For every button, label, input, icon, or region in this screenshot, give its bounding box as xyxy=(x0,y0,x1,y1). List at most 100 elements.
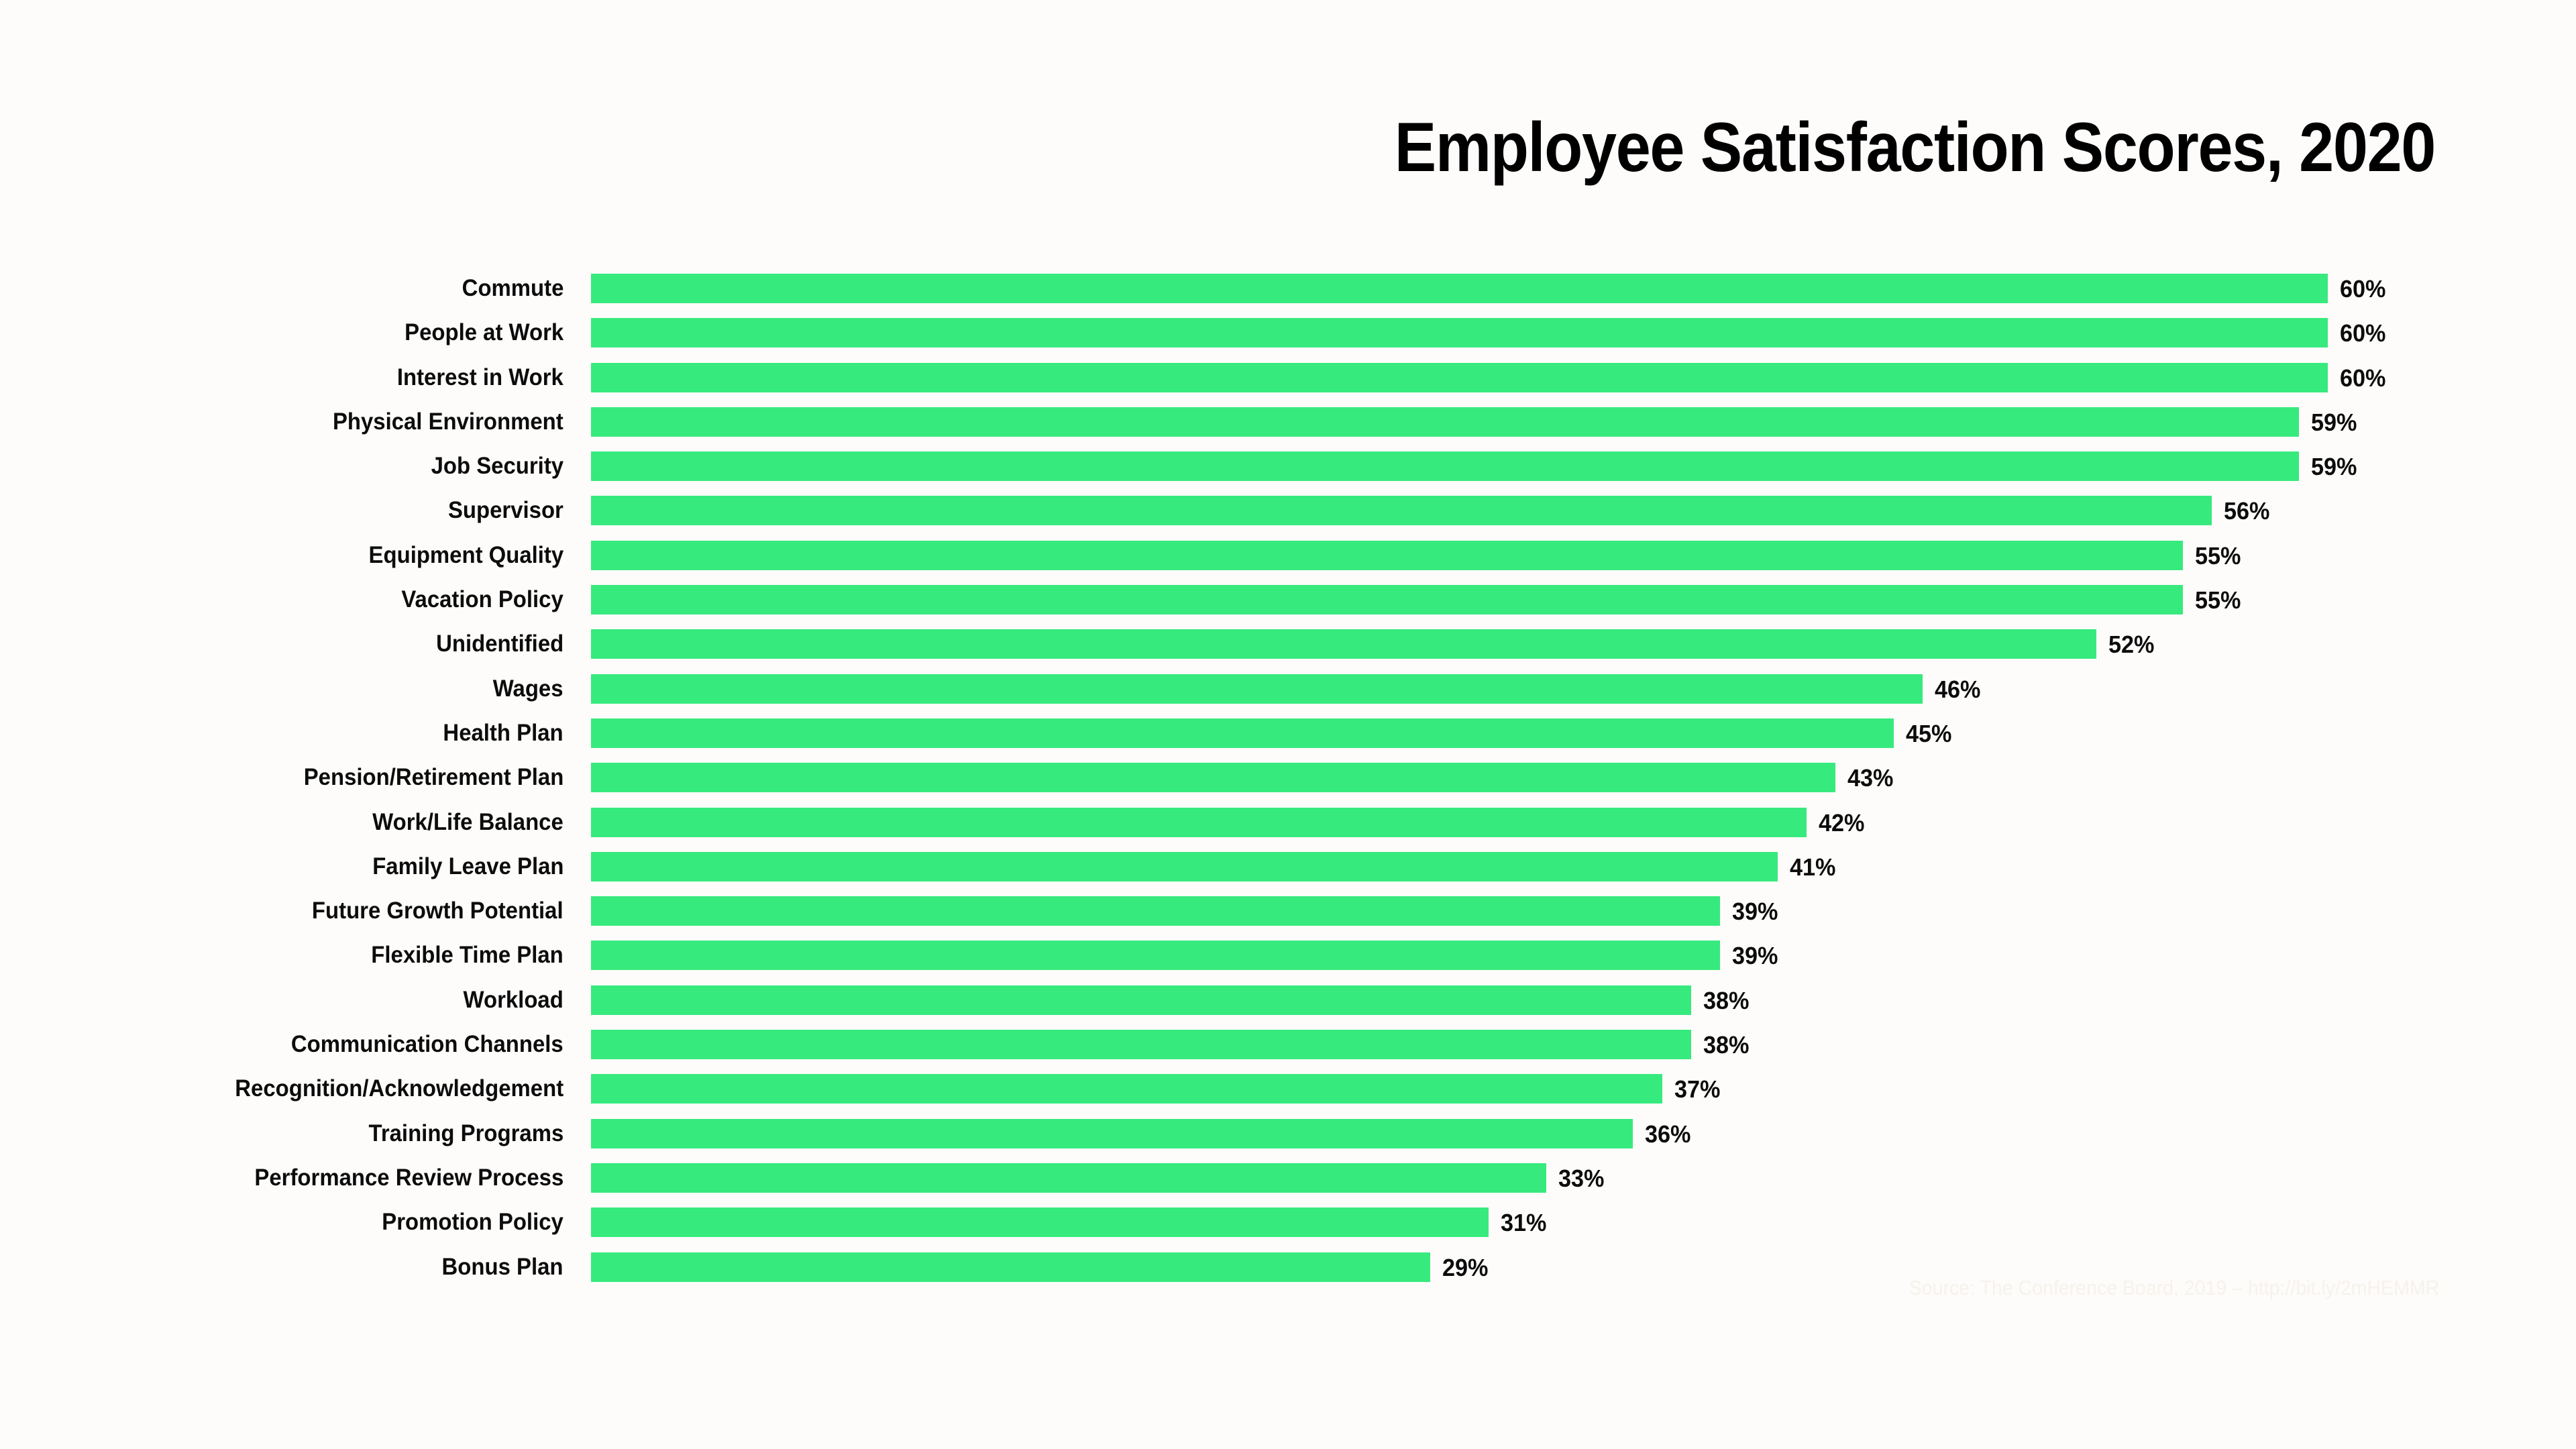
bar-category-label: Pension/Retirement Plan xyxy=(303,764,564,791)
bar-row: Pension/Retirement Plan 43% xyxy=(0,763,2576,793)
bar-value-label: 39% xyxy=(1731,898,1778,926)
bar-value-label: 60% xyxy=(2340,364,2386,392)
bar-category-label: Unidentified xyxy=(435,631,564,657)
bar-category-label: Family Leave Plan xyxy=(372,853,564,879)
bar-fill xyxy=(591,407,2299,437)
bar-track: 31% xyxy=(591,1208,2576,1238)
bar-value-label: 41% xyxy=(1790,853,1836,881)
plot-area: Commute 60% People at Work 60% Interest in W… xyxy=(0,274,2576,1297)
bar-track: 60% xyxy=(591,274,2576,303)
source-note: Source: The Conference Board, 2019 – htt… xyxy=(1909,1276,2439,1299)
bar-value-label: 60% xyxy=(2340,275,2386,303)
bar-value-label: 59% xyxy=(2310,453,2357,481)
bar-track: 36% xyxy=(591,1118,2576,1148)
bar-value-label: 38% xyxy=(1703,1031,1750,1059)
bar-fill xyxy=(591,674,1923,704)
bar-row: Physical Environment 59% xyxy=(0,407,2576,437)
bar-track: 39% xyxy=(591,941,2576,971)
bar-category-label: Job Security xyxy=(431,453,564,480)
bar-category-label: People at Work xyxy=(404,319,564,346)
bar-category-label: Supervisor xyxy=(448,497,564,524)
bar-value-label: 37% xyxy=(1674,1075,1721,1104)
bar-row: Supervisor 56% xyxy=(0,496,2576,526)
bar-category-label: Bonus Plan xyxy=(442,1253,564,1280)
bar-value-label: 29% xyxy=(1442,1253,1489,1281)
bar-category-label: Promotion Policy xyxy=(382,1209,564,1236)
bar-row: Commute 60% xyxy=(0,274,2576,303)
bar-row: Health Plan 45% xyxy=(0,718,2576,748)
bar-category-label: Equipment Quality xyxy=(368,541,564,568)
bar-fill xyxy=(591,1074,1662,1104)
bar-track: 37% xyxy=(591,1074,2576,1104)
bar-row: Workload 38% xyxy=(0,985,2576,1015)
bar-row: Recognition/Acknowledgement 37% xyxy=(0,1074,2576,1104)
bar-track: 60% xyxy=(591,362,2576,392)
bar-row: Unidentified 52% xyxy=(0,629,2576,659)
bar-row: Communication Channels 38% xyxy=(0,1030,2576,1060)
bar-row: Future Growth Potential 39% xyxy=(0,896,2576,926)
bar-chart: Employee Satisfaction Scores, 2020 Commu… xyxy=(0,0,2576,1449)
bar-fill xyxy=(591,362,2328,392)
bar-fill xyxy=(591,896,1720,926)
bar-category-label: Performance Review Process xyxy=(254,1164,564,1191)
bar-fill xyxy=(591,807,1807,837)
bar-track: 60% xyxy=(591,318,2576,348)
bar-category-label: Commute xyxy=(462,275,564,301)
bar-category-label: Work/Life Balance xyxy=(372,808,564,835)
bar-value-label: 56% xyxy=(2224,497,2270,525)
bar-track: 59% xyxy=(591,451,2576,482)
bar-fill xyxy=(591,985,1691,1015)
bar-fill xyxy=(591,763,1836,793)
bar-fill xyxy=(591,718,1894,748)
bar-track: 46% xyxy=(591,674,2576,704)
bar-row: Equipment Quality 55% xyxy=(0,540,2576,570)
bar-track: 42% xyxy=(591,807,2576,837)
bar-category-label: Workload xyxy=(463,986,564,1013)
bar-category-label: Physical Environment xyxy=(333,408,564,435)
bar-category-label: Wages xyxy=(493,675,564,702)
bar-row: Job Security 59% xyxy=(0,451,2576,482)
bar-category-label: Health Plan xyxy=(443,719,564,746)
bar-track: 33% xyxy=(591,1163,2576,1193)
bar-track: 52% xyxy=(591,629,2576,659)
bar-value-label: 55% xyxy=(2195,586,2241,614)
bar-category-label: Recognition/Acknowledgement xyxy=(235,1075,564,1102)
bar-value-label: 55% xyxy=(2195,541,2241,570)
bar-row: Work/Life Balance 42% xyxy=(0,807,2576,837)
bar-value-label: 43% xyxy=(1847,764,1894,792)
bar-value-label: 60% xyxy=(2340,319,2386,347)
bar-fill xyxy=(591,274,2328,303)
bar-track: 45% xyxy=(591,718,2576,748)
bar-fill xyxy=(591,629,2096,659)
bar-value-label: 46% xyxy=(1934,675,1981,703)
bar-row: Vacation Policy 55% xyxy=(0,585,2576,615)
bar-value-label: 45% xyxy=(1905,719,1952,747)
page-title: Employee Satisfaction Scores, 2020 xyxy=(1394,109,2436,186)
bar-value-label: 42% xyxy=(1819,808,1865,837)
bar-track: 39% xyxy=(591,896,2576,926)
bar-row: Wages 46% xyxy=(0,674,2576,704)
bar-fill xyxy=(591,1208,1489,1238)
bar-value-label: 33% xyxy=(1558,1164,1605,1192)
bar-track: 59% xyxy=(591,407,2576,437)
bar-track: 38% xyxy=(591,1030,2576,1060)
bar-track: 41% xyxy=(591,851,2576,881)
bar-track: 55% xyxy=(591,585,2576,615)
bar-track: 43% xyxy=(591,763,2576,793)
bar-value-label: 52% xyxy=(2108,631,2155,659)
bar-row: Performance Review Process 33% xyxy=(0,1163,2576,1193)
bar-fill xyxy=(591,496,2212,526)
bar-fill xyxy=(591,451,2299,482)
bar-category-label: Flexible Time Plan xyxy=(371,942,564,969)
bar-row: Flexible Time Plan 39% xyxy=(0,941,2576,971)
bar-category-label: Interest in Work xyxy=(396,364,564,390)
bar-row: Family Leave Plan 41% xyxy=(0,851,2576,881)
bar-value-label: 36% xyxy=(1645,1120,1691,1148)
bar-category-label: Vacation Policy xyxy=(401,586,564,613)
bar-category-label: Training Programs xyxy=(368,1120,564,1146)
bar-value-label: 38% xyxy=(1703,986,1750,1014)
bar-fill xyxy=(591,585,2184,615)
bar-value-label: 39% xyxy=(1731,942,1778,970)
bar-fill xyxy=(591,1030,1691,1060)
bar-fill xyxy=(591,1252,1431,1282)
